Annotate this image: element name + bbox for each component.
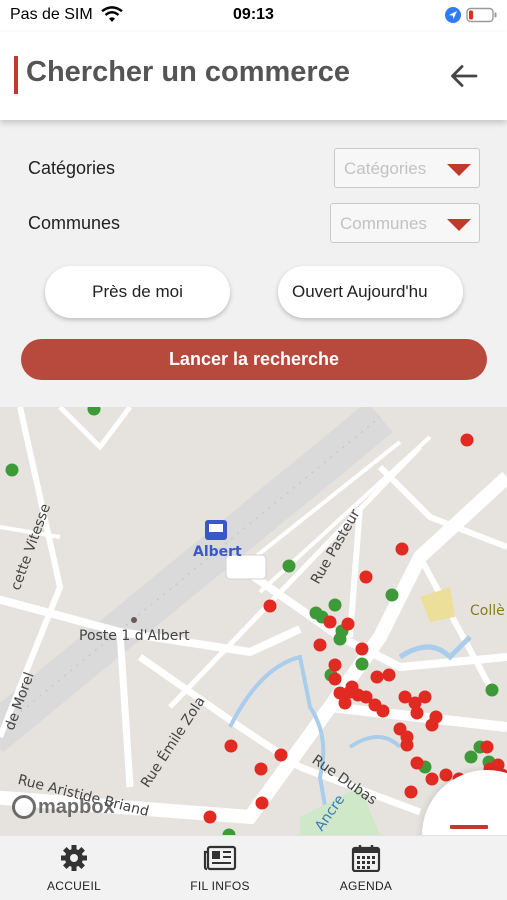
search-button[interactable]: Lancer la recherche (21, 339, 487, 380)
calendar-icon (351, 845, 381, 872)
commune-label: Communes (28, 213, 121, 233)
shop-marker-open[interactable] (355, 657, 369, 671)
shop-marker[interactable] (333, 686, 347, 700)
category-select-placeholder: Catégories (344, 159, 427, 178)
shop-marker[interactable] (345, 680, 359, 694)
mapbox-logo-icon (12, 795, 36, 819)
shop-marker[interactable] (376, 704, 390, 718)
mapbox-attribution[interactable]: mapbox (12, 795, 115, 819)
title-accent-bar (14, 56, 18, 94)
battery-icon (466, 7, 497, 23)
arrow-left-icon (451, 65, 478, 87)
shop-marker[interactable] (224, 739, 238, 753)
shop-marker[interactable] (418, 690, 432, 704)
category-label: Catégories (28, 158, 116, 178)
shop-marker[interactable] (370, 670, 384, 684)
category-select[interactable]: Catégories (334, 148, 480, 188)
chevron-down-icon (447, 164, 471, 176)
gear-icon (61, 845, 87, 871)
map-view[interactable]: Albert Rue Pasteur Poste 1 d'Albert Rue … (0, 407, 507, 835)
clock-text: 09:13 (233, 6, 274, 23)
shop-marker[interactable] (328, 658, 342, 672)
shop-marker[interactable] (404, 785, 418, 799)
shop-marker[interactable] (263, 599, 277, 613)
open-today-button[interactable]: Ouvert Aujourd'hu (278, 266, 463, 318)
shop-marker[interactable] (382, 668, 396, 682)
shop-marker[interactable] (425, 772, 439, 786)
tab-fil-infos-label: FIL INFOS (190, 879, 250, 893)
map-label-college: Collè (470, 603, 505, 619)
shop-marker-open[interactable] (328, 598, 342, 612)
shop-marker-open[interactable] (5, 463, 19, 477)
shop-marker-open[interactable] (485, 683, 499, 697)
shop-marker[interactable] (480, 740, 494, 754)
shop-marker-open[interactable] (333, 632, 347, 646)
shop-marker[interactable] (400, 738, 414, 752)
screen: Pas de SIM 09:13 Chercher un commerce Ca… (0, 0, 507, 900)
mapbox-attribution-text: mapbox (38, 795, 115, 818)
shop-marker[interactable] (203, 810, 217, 824)
shop-marker[interactable] (255, 796, 269, 810)
location-arrow-icon (445, 7, 461, 23)
shop-marker-open[interactable] (385, 588, 399, 602)
chevron-down-icon (447, 219, 471, 231)
app-header: Chercher un commerce (0, 32, 507, 120)
map-label-station: Albert (193, 544, 242, 560)
tab-agenda-label: AGENDA (339, 879, 393, 893)
shop-marker[interactable] (328, 672, 342, 686)
commune-select-placeholder: Communes (340, 214, 427, 233)
status-bar: Pas de SIM 09:13 (0, 0, 507, 32)
back-button[interactable] (446, 58, 482, 94)
shop-marker[interactable] (410, 756, 424, 770)
shop-marker-open[interactable] (282, 559, 296, 573)
shop-marker-open[interactable] (464, 750, 478, 764)
shop-marker[interactable] (274, 748, 288, 762)
shop-marker[interactable] (425, 718, 439, 732)
near-me-button[interactable]: Près de moi (45, 266, 230, 318)
shop-marker[interactable] (395, 542, 409, 556)
shop-marker[interactable] (341, 617, 355, 631)
shop-marker[interactable] (323, 615, 337, 629)
bottom-tab-bar: ACCUEIL FIL INFOS AGENDA (0, 835, 507, 900)
tab-agenda[interactable]: AGENDA (330, 836, 402, 900)
shop-marker[interactable] (359, 570, 373, 584)
poste-marker-icon (131, 617, 137, 623)
commune-select[interactable]: Communes (330, 203, 480, 243)
map-streets (0, 407, 507, 835)
tab-accueil[interactable]: ACCUEIL (38, 836, 110, 900)
shop-marker[interactable] (410, 706, 424, 720)
tab-fil-infos[interactable]: FIL INFOS (180, 836, 260, 900)
tab-accueil-label: ACCUEIL (46, 879, 102, 893)
hamburger-menu-icon (450, 825, 488, 829)
shop-marker[interactable] (460, 433, 474, 447)
newspaper-icon (203, 845, 237, 871)
shop-marker[interactable] (254, 762, 268, 776)
shop-marker[interactable] (313, 638, 327, 652)
shop-marker-open[interactable] (87, 407, 101, 416)
shop-marker[interactable] (355, 642, 369, 656)
map-label-poste: Poste 1 d'Albert (79, 628, 190, 644)
page-title: Chercher un commerce (26, 56, 350, 88)
